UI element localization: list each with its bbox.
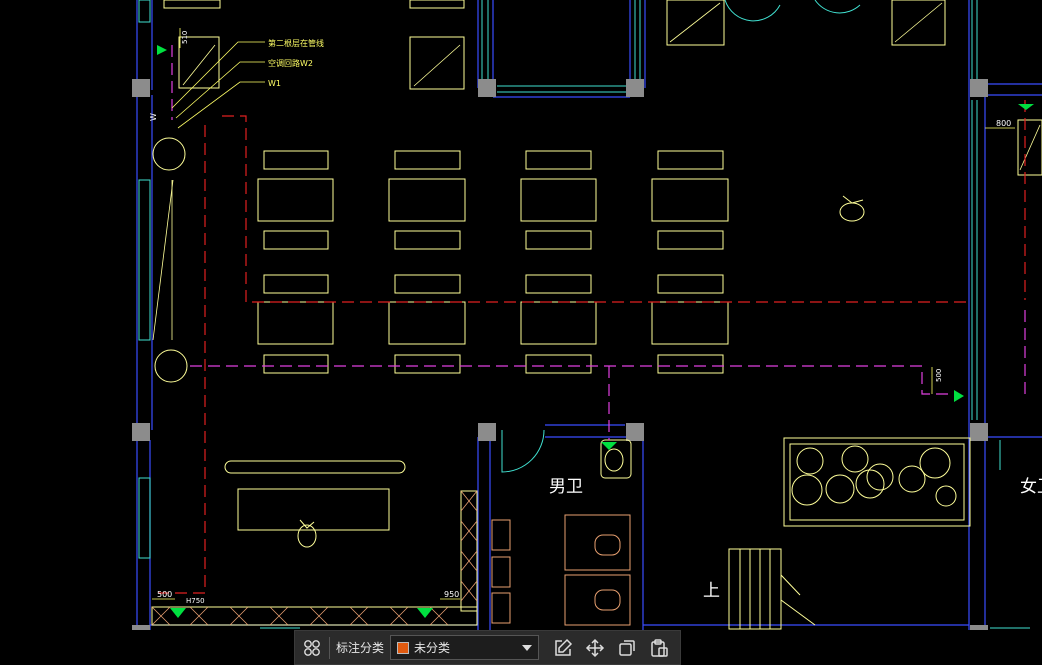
paste-icon[interactable] bbox=[643, 631, 675, 664]
dimension-right: 800 bbox=[996, 119, 1011, 128]
tag-w: W bbox=[149, 113, 158, 121]
doors bbox=[501, 0, 1001, 473]
room-label-women: 女卫 bbox=[1020, 477, 1042, 497]
desks bbox=[151, 0, 1042, 630]
dimension-mid: 500 bbox=[935, 369, 943, 382]
leader-lines bbox=[152, 28, 1015, 600]
move-icon[interactable] bbox=[579, 631, 611, 664]
chevron-down-icon bbox=[522, 644, 533, 651]
dimension-bottom-3: 950 bbox=[444, 590, 459, 599]
windows bbox=[138, 0, 1030, 629]
room-label-men: 男卫 bbox=[549, 477, 583, 497]
pipe-red bbox=[158, 100, 1026, 594]
cad-drawing-canvas[interactable]: 第二根层在管线 空调回路W2 W1 510 800 500 500 H750 9… bbox=[0, 0, 1042, 630]
copy-icon[interactable] bbox=[611, 631, 643, 664]
category-color-swatch bbox=[397, 641, 410, 654]
pipe-magenta bbox=[171, 45, 1026, 440]
dimension-bottom-2: H750 bbox=[186, 597, 205, 605]
annotation-circuit-w2: 空调回路W2 bbox=[268, 58, 313, 68]
annotation-pipe1: 第二根层在管线 bbox=[268, 38, 324, 48]
category-dropdown-value: 未分类 bbox=[414, 641, 451, 655]
category-dropdown[interactable]: 未分类 bbox=[390, 635, 540, 660]
toilet-stalls bbox=[491, 514, 631, 626]
grid-icon[interactable] bbox=[295, 631, 329, 664]
top-fixture-hatch bbox=[152, 2, 1041, 341]
dimension-bottom-1: 500 bbox=[157, 590, 172, 599]
stair-treads bbox=[739, 549, 816, 629]
category-label: 标注分类 bbox=[336, 641, 385, 655]
walls bbox=[136, 0, 1042, 630]
stair-label: 上 bbox=[703, 581, 720, 601]
dimension-top: 510 bbox=[181, 31, 189, 44]
annotation-circuit-w1: W1 bbox=[268, 79, 281, 88]
plants bbox=[152, 137, 957, 507]
edit-icon[interactable] bbox=[547, 631, 579, 664]
annotation-toolbar: 标注分类 未分类 bbox=[294, 630, 681, 665]
